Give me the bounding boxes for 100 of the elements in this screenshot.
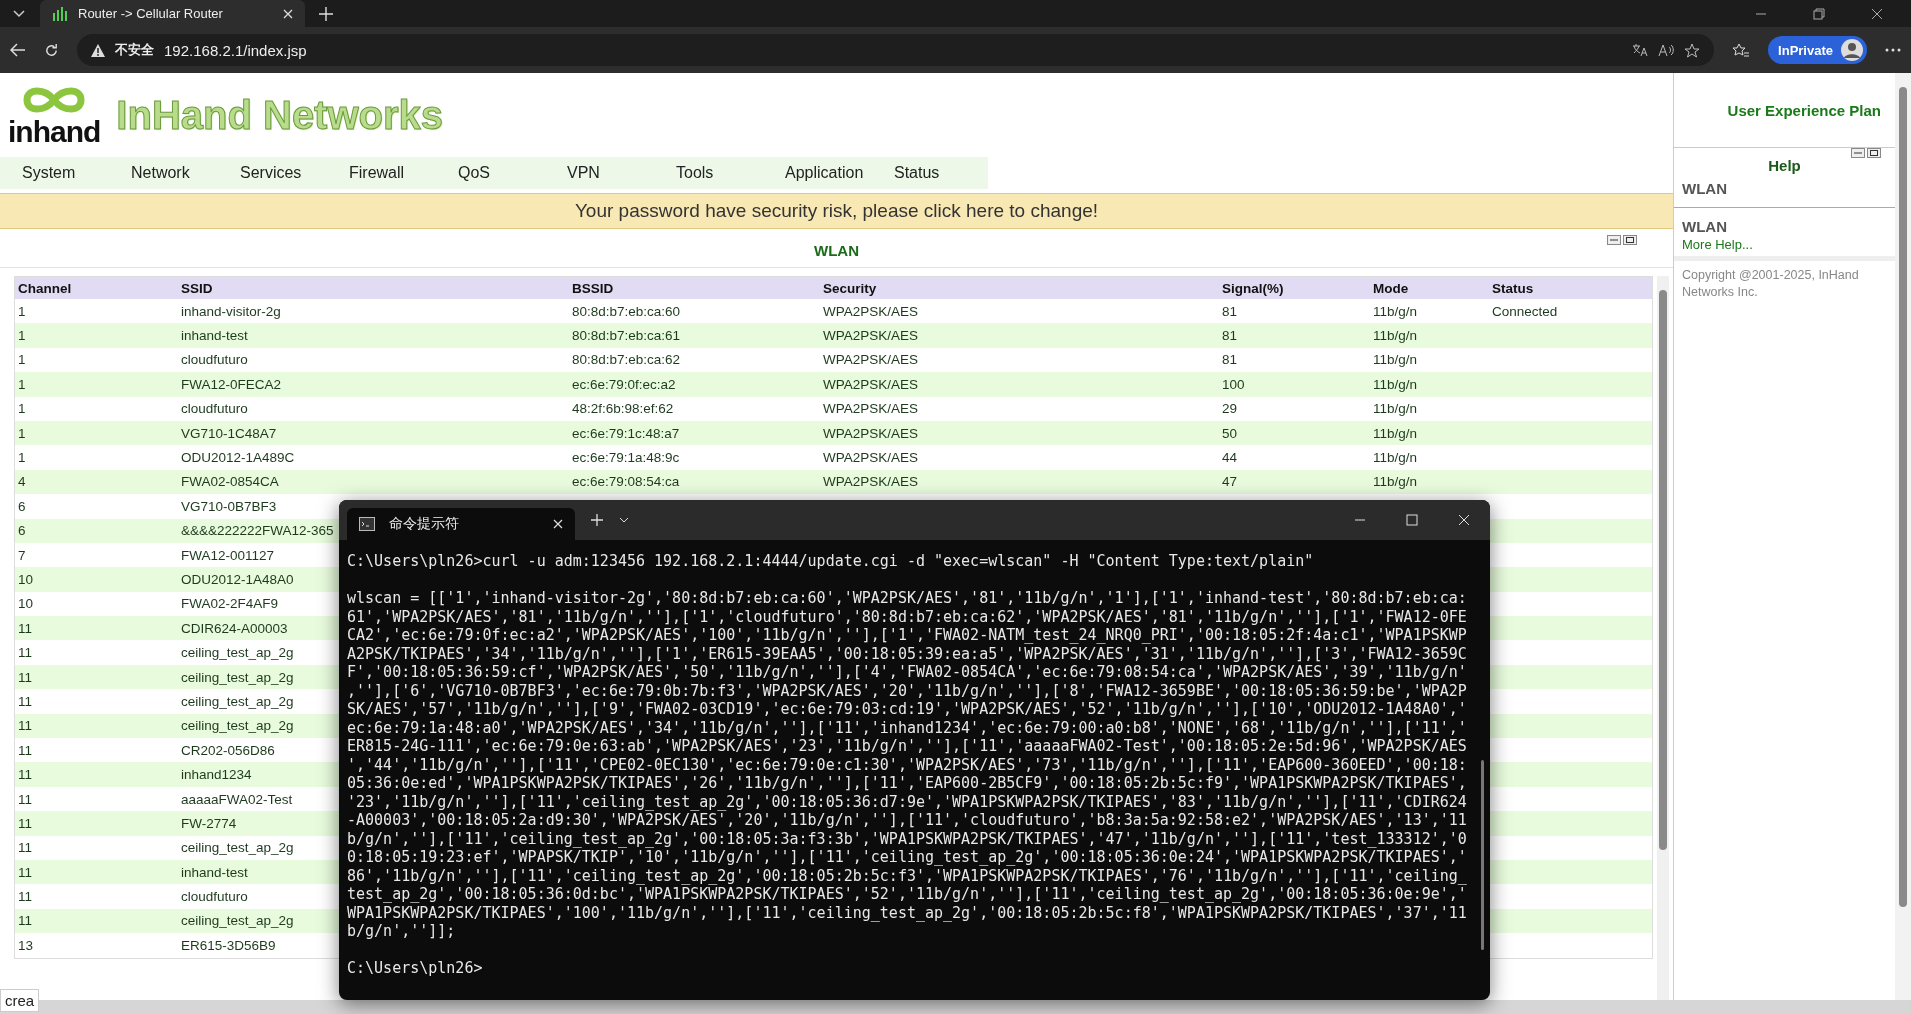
- table-cell-text: 80:8d:b7:eb:ca:62: [571, 352, 681, 368]
- user-experience-link[interactable]: User Experience Plan: [1727, 101, 1881, 119]
- table-cell-text: WPA2PSK/AES: [822, 376, 919, 392]
- table-cell-text: ceiling_test_ap_2g: [180, 669, 294, 685]
- inprivate-button[interactable]: InPrivate: [1768, 36, 1867, 64]
- table-cell-text: 100: [1221, 376, 1245, 392]
- close-icon[interactable]: [1871, 7, 1883, 20]
- table-cell-text: 11b/g/n: [1372, 425, 1418, 441]
- logo-text: inhand: [8, 117, 101, 147]
- table-cell-text: WPA2PSK/AES: [822, 425, 919, 441]
- favorites-icon[interactable]: [1732, 42, 1751, 58]
- table-cell-text: 11b/g/n: [1372, 450, 1418, 466]
- terminal-line: F','00:18:05:36:59:cf','WPA2PSK/AES','50','11b/g/n',''],['4','FWA02-0854CA','ec:6e:79:08:54:ca','WPA2PSK/AES','39','11b/g/n': [347, 663, 1468, 682]
- table-cell-text: 11: [17, 620, 32, 636]
- terminal-line: SK/AES','57','11b/g/n',''],['9','FWA02-03CD19','ec:6e:79:03:cd:19','WPA2PSK/AES','52','11b/g/n',''],['10','ODU2012-1A48A0',': [347, 700, 1468, 719]
- table-cell-text: 81: [1221, 328, 1238, 344]
- new-tab-icon[interactable]: [319, 6, 333, 21]
- table-cell-text: 11: [17, 815, 32, 831]
- nav-menu-item[interactable]: QoS: [436, 164, 545, 182]
- table-cell-text: cloudfuturo: [180, 401, 248, 417]
- more-icon[interactable]: [1885, 48, 1901, 52]
- table-cell-text: aaaaaFWA02-Test: [180, 791, 293, 807]
- maximize-icon[interactable]: [1623, 235, 1637, 245]
- browser-tab[interactable]: Router -> Cellular Router: [40, 0, 305, 27]
- table-cell-text: 47: [1221, 474, 1238, 490]
- url-text: 192.168.2.1/index.jsp: [164, 41, 307, 59]
- table-cell-text: WPA2PSK/AES: [822, 352, 919, 368]
- table-cell-text: ER615-3D56B9: [180, 937, 276, 953]
- table-cell-text: 6: [17, 498, 26, 514]
- terminal-tab-title: 命令提示符: [389, 515, 460, 533]
- table-cell-text: 4: [17, 474, 26, 490]
- nav-menu-item[interactable]: Application: [763, 164, 872, 182]
- table-cell-text: FWA02-2F4AF9: [180, 596, 279, 612]
- translate-icon[interactable]: [1632, 43, 1649, 57]
- help-section-title: WLAN: [1681, 217, 1728, 235]
- table-cell-text: 7: [17, 547, 26, 563]
- column-header: Status: [1491, 280, 1534, 296]
- table-cell-text: CDIR624-A00003: [180, 620, 288, 636]
- terminal-line: -A00003','00:18:05:2a:d9:30','WPA2PSK/AES','20','11b/g/n',''],['11','cloudfuturo','b8:3a:5a:92:58:e2','WPA2PSK/AES','13','11: [347, 811, 1468, 830]
- table-cell-text: 11: [17, 669, 32, 685]
- terminal-line: 61','WPA2PSK/AES','81','11b/g/n',''],['1','cloudfuturo','80:8d:b7:eb:ca:62','WPA2PSK/AES','81','11b/g/n',''],['1','FWA12-0FE: [347, 607, 1468, 626]
- back-arrow-icon[interactable]: [10, 43, 26, 57]
- table-cell-text: 13: [17, 937, 34, 953]
- table-cell-text: 11b/g/n: [1372, 376, 1418, 392]
- table-cell-text: ceiling_test_ap_2g: [180, 718, 294, 734]
- table-cell-text: 11: [17, 864, 32, 880]
- column-header: Security: [822, 280, 877, 296]
- column-header: SSID: [180, 280, 213, 296]
- table-cell-text: 11: [17, 718, 32, 734]
- table-cell-text: ODU2012-1A48A0: [180, 572, 294, 587]
- horizontal-scrollbar[interactable]: [0, 1000, 1911, 1014]
- scrollbar[interactable]: [1657, 276, 1669, 1000]
- reload-icon[interactable]: [44, 42, 59, 58]
- maximize-icon[interactable]: [1867, 148, 1881, 158]
- warning-icon: [91, 43, 105, 57]
- terminal-line: 86','11b/g/n',''],['11','ceiling_test_ap_2g','00:18:05:2b:5c:f3','WPA1PSKWPA2PSK/TKIPAES','76','11b/g/n',''],['11','ceiling_: [347, 866, 1468, 885]
- table-cell-text: 1: [17, 450, 26, 466]
- dropdown-caret-icon[interactable]: [619, 517, 629, 523]
- tooltip: crea: [0, 989, 40, 1012]
- tab-list-icon[interactable]: [12, 8, 26, 19]
- table-cell-text: 80:8d:b7:eb:ca:60: [571, 303, 681, 319]
- table-cell-text: inhand1234: [180, 767, 252, 783]
- new-tab-icon[interactable]: [591, 514, 603, 526]
- nav-menu-item[interactable]: VPN: [545, 164, 654, 182]
- table-cell-text: 11: [17, 767, 32, 783]
- star-icon[interactable]: [1684, 42, 1701, 58]
- table-cell-text: WPA2PSK/AES: [822, 450, 919, 466]
- nav-menu-item[interactable]: Services: [218, 164, 327, 182]
- table-cell-text: ODU2012-1A489C: [180, 450, 295, 466]
- terminal-line: '23','11b/g/n',''],['11','ceiling_test_ap_2g','00:18:05:36:d7:9e','WPA1PSKWPA2PSK/TKIPAES','83','11b/g/n',''],['11','CDIR624: [347, 792, 1468, 811]
- table-cell-text: FW-2774: [180, 815, 237, 831]
- page-scrollbar[interactable]: [1895, 73, 1911, 1000]
- table-cell-text: 11: [17, 742, 32, 758]
- restore-icon[interactable]: [1813, 7, 1825, 20]
- read-aloud-icon[interactable]: [1658, 43, 1675, 57]
- table-cell-text: 11: [17, 693, 32, 709]
- table-cell-text: WPA2PSK/AES: [822, 474, 919, 490]
- tab-title: Router -> Cellular Router: [78, 6, 224, 21]
- terminal-scrollbar[interactable]: [1481, 760, 1484, 950]
- table-cell-text: 81: [1221, 352, 1238, 368]
- table-cell-text: ec:6e:79:08:54:ca: [571, 474, 680, 490]
- terminal-line: 0:18:05:19:23:ef','WPAPSK/TKIP','10','11b/g/n',''],['11','ceiling_test_ap_2g','00:18:05:36:0e:24','WPA1PSKWPA2PSK/TKIPAES',': [347, 848, 1468, 867]
- address-bar[interactable]: 不安全 192.168.2.1/index.jsp: [77, 34, 1715, 66]
- table-cell-text: ec:6e:79:1c:48:a7: [571, 425, 680, 441]
- table-cell-text: 11: [17, 889, 32, 905]
- column-header: BSSID: [571, 280, 614, 296]
- table-cell-text: ceiling_test_ap_2g: [180, 913, 294, 929]
- nav-menu-item[interactable]: Firewall: [327, 164, 436, 182]
- table-cell-text: FWA12-0FECA2: [180, 376, 282, 392]
- table-cell-text: 29: [1221, 401, 1238, 417]
- nav-menu-item[interactable]: Tools: [654, 164, 763, 182]
- terminal-line: wlscan = [['1','inhand-visitor-2g','80:8d:b7:eb:ca:60','WPA2PSK/AES','81','11b/g/n','1'],['1','inhand-test','80:8d:b7:eb:ca:: [347, 589, 1468, 608]
- nav-menu-item[interactable]: Network: [109, 164, 218, 182]
- password-warning-link[interactable]: Your password have security risk, please click here to change!: [0, 193, 1673, 229]
- nav-menu-item[interactable]: System: [0, 164, 109, 182]
- help-title: Help: [1768, 157, 1801, 174]
- table-cell-text: ceiling_test_ap_2g: [180, 645, 294, 661]
- nav-menu-item[interactable]: Status: [872, 164, 981, 182]
- terminal-line: b/g/n','']];: [347, 922, 457, 941]
- terminal-tab[interactable]: 命令提示符: [347, 508, 575, 540]
